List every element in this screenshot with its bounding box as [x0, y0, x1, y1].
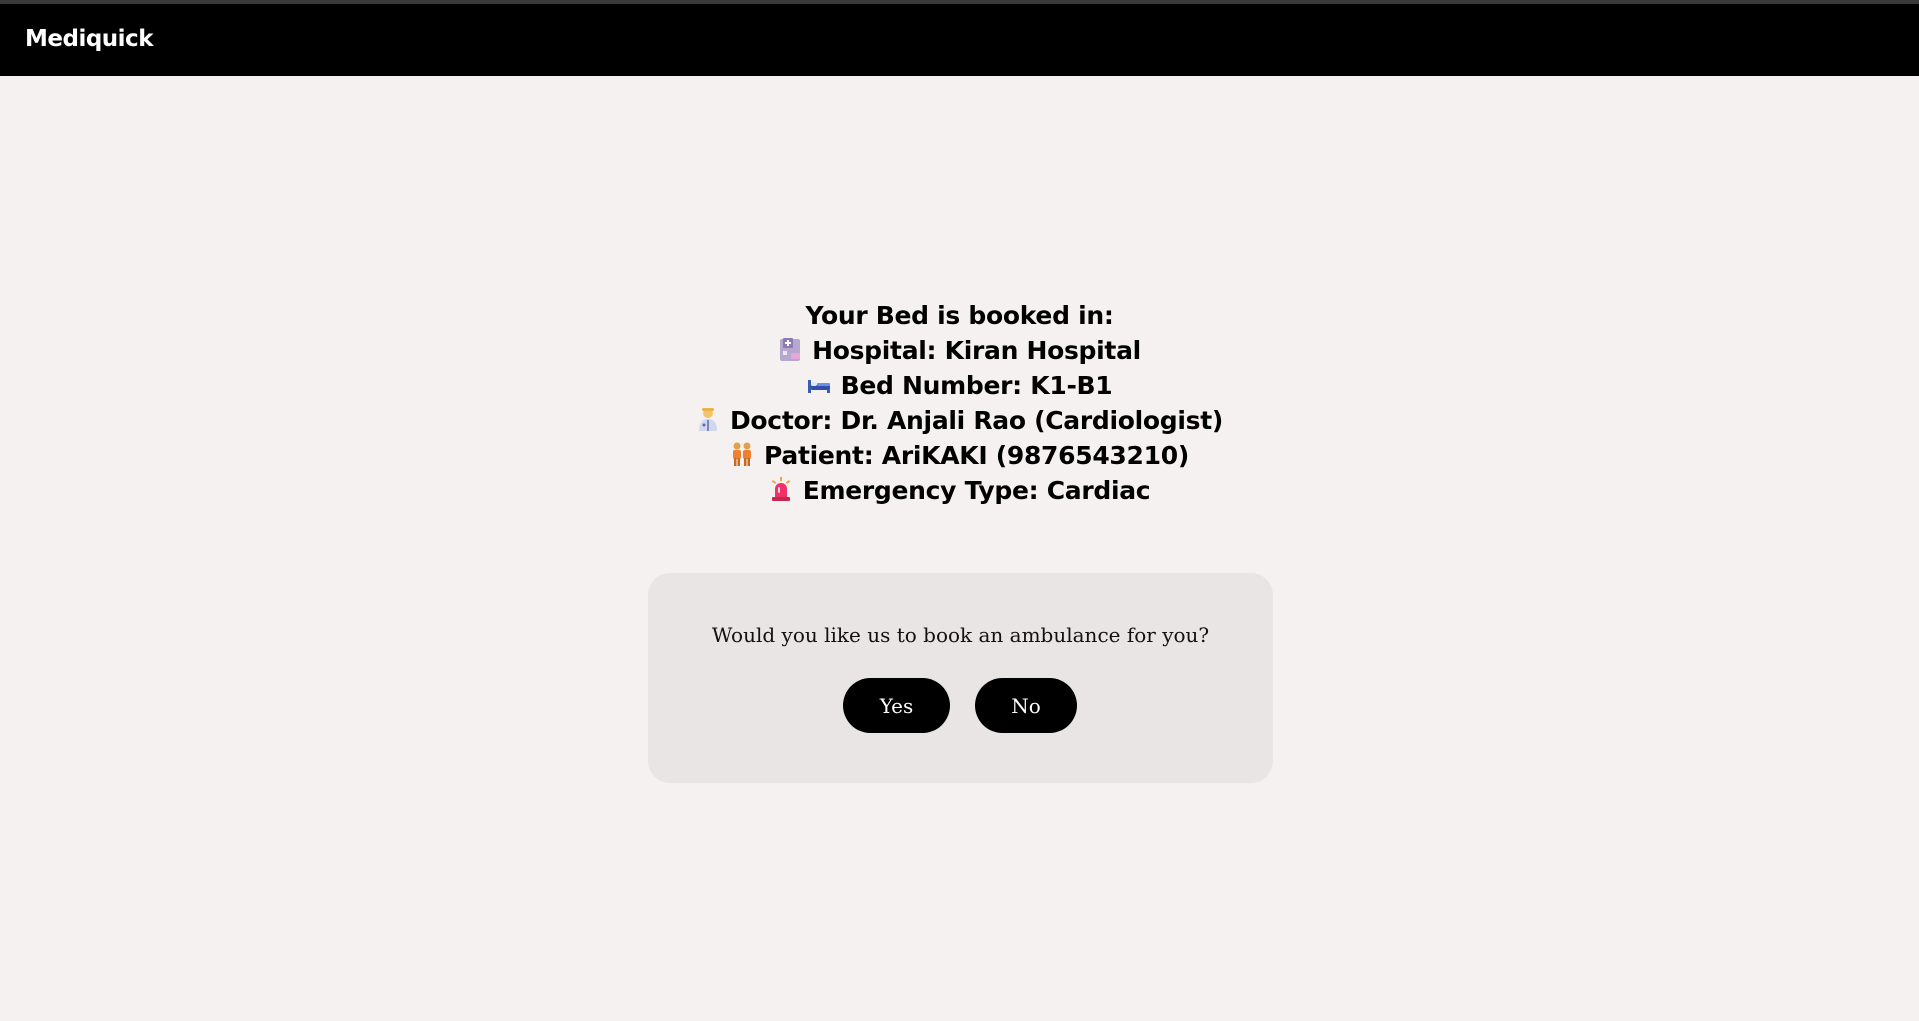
patient-text: Patient: AriKAKI (9876543210) [764, 441, 1189, 470]
booking-title: Your Bed is booked in: [805, 301, 1114, 330]
ambulance-question: Would you like us to book an ambulance f… [711, 623, 1210, 647]
ambulance-prompt-card: Would you like us to book an ambulance f… [648, 573, 1273, 783]
booking-summary: Your Bed is booked in: Hospital: Kiran H… [0, 298, 1919, 508]
hospital-line: Hospital: Kiran Hospital [0, 333, 1919, 368]
hospital-text: Hospital: Kiran Hospital [812, 336, 1141, 365]
doctor-line: Doctor: Dr. Anjali Rao (Cardiologist) [0, 403, 1919, 438]
brand-logo[interactable]: Mediquick [25, 26, 154, 52]
hospital-icon [778, 336, 802, 362]
yes-button[interactable]: Yes [843, 678, 950, 733]
bed-icon [807, 371, 831, 397]
emergency-text: Emergency Type: Cardiac [802, 476, 1151, 505]
no-button[interactable]: No [975, 678, 1077, 733]
siren-icon [769, 476, 793, 502]
patient-icon [730, 441, 754, 467]
doctor-text: Doctor: Dr. Anjali Rao (Cardiologist) [729, 406, 1224, 435]
doctor-icon [696, 406, 720, 432]
patient-line: Patient: AriKAKI (9876543210) [0, 438, 1919, 473]
bed-line: Bed Number: K1-B1 [0, 368, 1919, 403]
emergency-line: Emergency Type: Cardiac [0, 473, 1919, 508]
bed-text: Bed Number: K1-B1 [840, 371, 1113, 400]
navbar: Mediquick [0, 4, 1919, 76]
